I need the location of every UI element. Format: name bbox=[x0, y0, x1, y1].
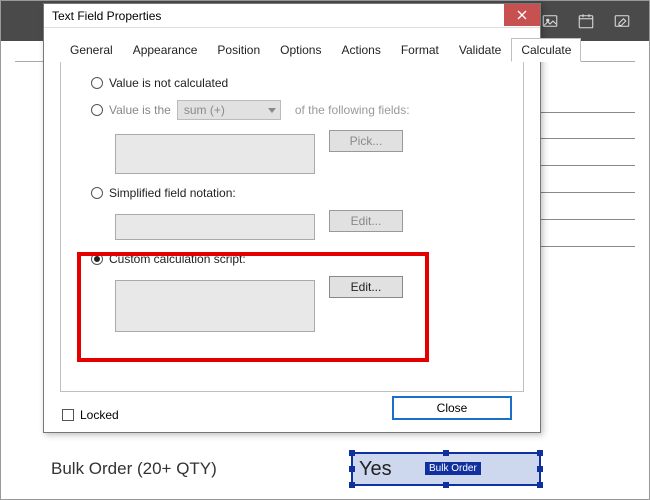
field-value: Yes bbox=[359, 458, 392, 481]
radio-custom-script[interactable]: Custom calculation script: bbox=[91, 252, 505, 266]
field-name-tag: Bulk Order bbox=[425, 462, 481, 475]
tab-panel-calculate: Value is not calculated Value is the sum… bbox=[60, 62, 524, 392]
tab-options[interactable]: Options bbox=[270, 38, 331, 62]
radio-label: Value is not calculated bbox=[109, 76, 228, 90]
edit-custom-button[interactable]: Edit... bbox=[329, 276, 403, 298]
edit-simplified-button[interactable]: Edit... bbox=[329, 210, 403, 232]
bulk-order-label: Bulk Order (20+ QTY) bbox=[51, 459, 217, 479]
radio-icon bbox=[91, 77, 103, 89]
close-icon bbox=[517, 10, 527, 20]
calendar-icon[interactable] bbox=[577, 12, 595, 30]
edit-icon[interactable] bbox=[613, 12, 631, 30]
tab-format[interactable]: Format bbox=[391, 38, 449, 62]
tab-strip: General Appearance Position Options Acti… bbox=[60, 38, 524, 62]
radio-icon bbox=[91, 104, 103, 116]
tab-validate[interactable]: Validate bbox=[449, 38, 511, 62]
dialog-close-x[interactable] bbox=[504, 4, 540, 26]
dialog-title: Text Field Properties bbox=[52, 9, 161, 23]
locked-checkbox-row[interactable]: Locked bbox=[62, 408, 119, 422]
tab-position[interactable]: Position bbox=[207, 38, 270, 62]
close-button[interactable]: Close bbox=[392, 396, 512, 420]
radio-label: Custom calculation script: bbox=[109, 252, 246, 266]
locked-label: Locked bbox=[80, 408, 119, 422]
radio-icon bbox=[91, 253, 103, 265]
tab-calculate[interactable]: Calculate bbox=[511, 38, 581, 62]
tab-actions[interactable]: Actions bbox=[331, 38, 390, 62]
image-icon[interactable] bbox=[541, 12, 559, 30]
dialog-titlebar[interactable]: Text Field Properties bbox=[44, 4, 540, 28]
text-field-properties-dialog: Text Field Properties General Appearance… bbox=[43, 3, 541, 433]
radio-label: Value is the bbox=[109, 103, 171, 117]
tab-appearance[interactable]: Appearance bbox=[123, 38, 208, 62]
radio-value-is-the[interactable]: Value is the sum (+) of the following fi… bbox=[91, 100, 505, 120]
radio-icon bbox=[91, 187, 103, 199]
radio-not-calculated[interactable]: Value is not calculated bbox=[91, 76, 505, 90]
custom-script-box[interactable] bbox=[115, 280, 315, 332]
tab-general[interactable]: General bbox=[60, 38, 123, 62]
pick-button[interactable]: Pick... bbox=[329, 130, 403, 152]
radio-label: Simplified field notation: bbox=[109, 186, 236, 200]
fields-listbox[interactable] bbox=[115, 134, 315, 174]
checkbox-icon bbox=[62, 409, 74, 421]
of-fields-label: of the following fields: bbox=[295, 103, 410, 117]
radio-simplified[interactable]: Simplified field notation: bbox=[91, 186, 505, 200]
simplified-input[interactable] bbox=[115, 214, 315, 240]
selected-form-field[interactable]: Yes Bulk Order bbox=[351, 452, 541, 486]
aggregate-combo[interactable]: sum (+) bbox=[177, 100, 281, 120]
